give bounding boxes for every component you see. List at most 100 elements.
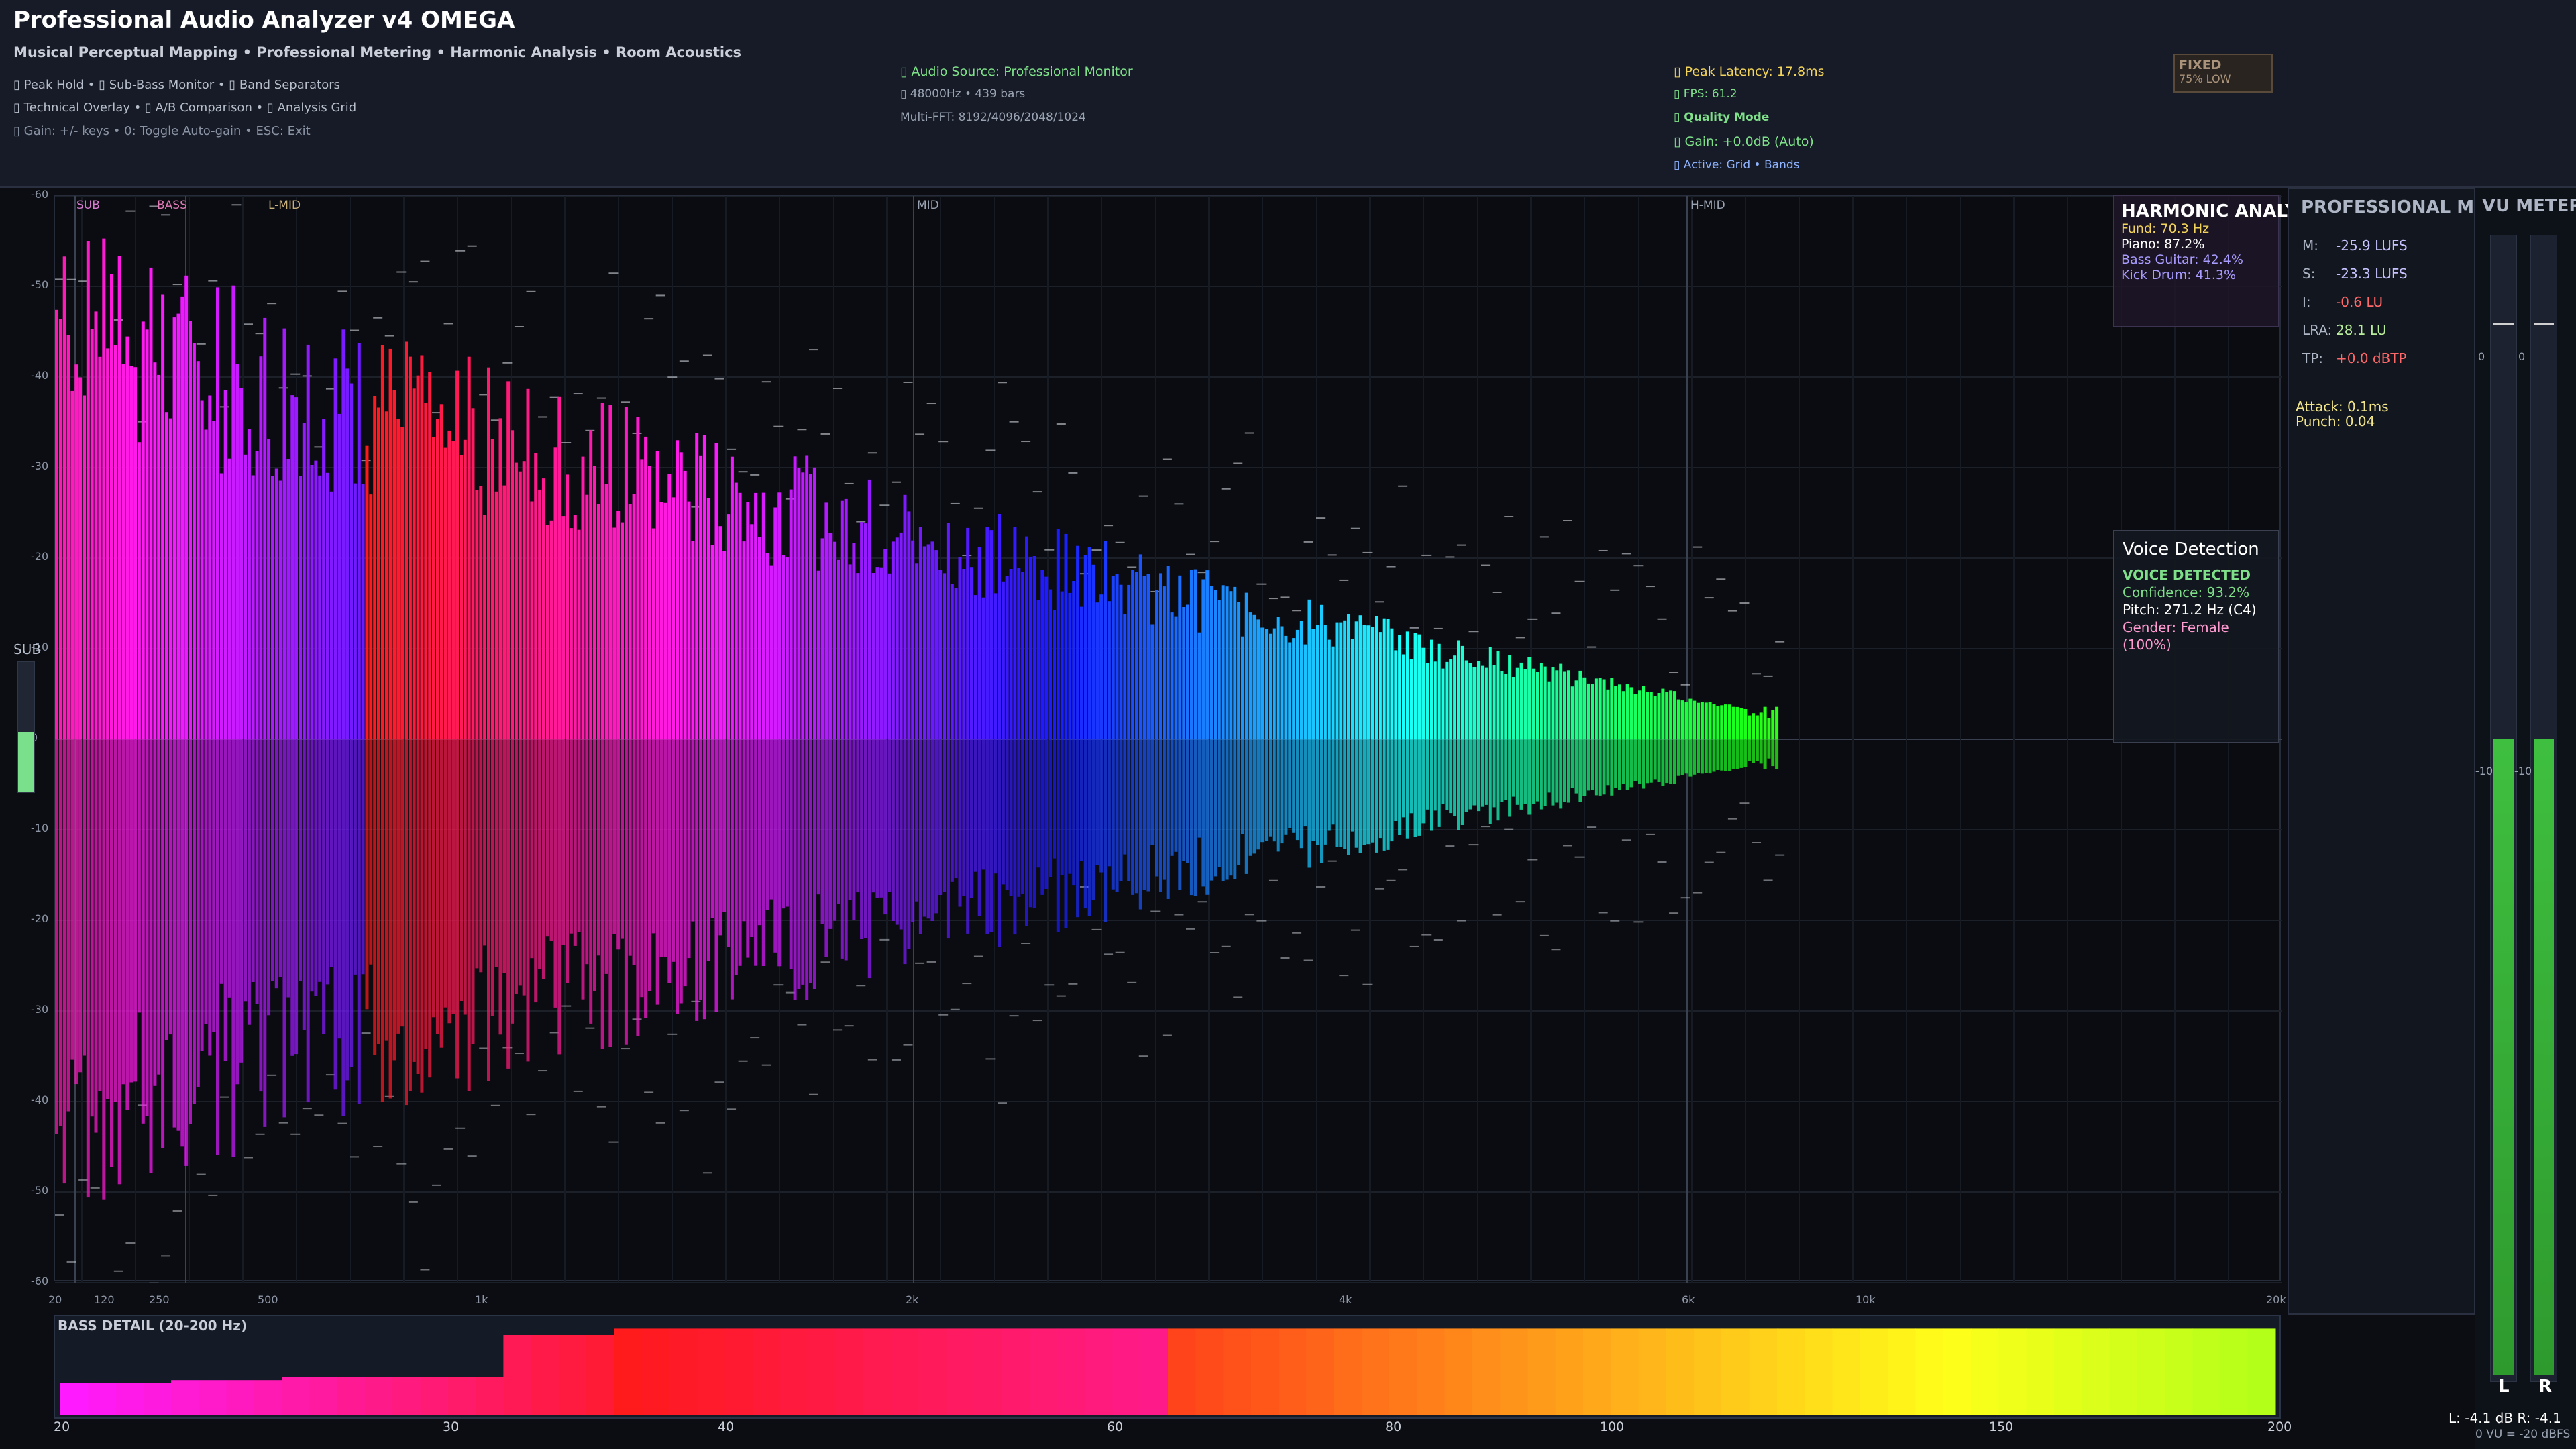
spectrum-bar-mirror	[746, 739, 750, 958]
harmonic-kick-drum: Kick Drum: 41.3%	[2121, 268, 2237, 282]
spectrum-bar	[271, 476, 274, 739]
spectrum-bar-mirror	[797, 739, 801, 989]
spectrum-bar	[483, 515, 487, 739]
toggle-row-1[interactable]: ▯ Peak Hold • ▯ Sub-Bass Monitor • ▯ Ban…	[13, 78, 340, 92]
spectrum-bar	[282, 328, 286, 740]
spectrum-bar-mirror	[522, 739, 526, 996]
spectrum-bar-mirror	[769, 739, 773, 900]
spectrum-bar	[1265, 629, 1269, 739]
spectrum-bar	[157, 374, 161, 739]
spectrum-bar-mirror	[487, 739, 490, 1081]
bass-bar	[1721, 1328, 1750, 1415]
spectrum-bar-mirror	[204, 739, 208, 1024]
professional-meters-panel: PROFESSIONAL METERS M:-25.9 LUFS S:-23.3…	[2288, 188, 2475, 1315]
spectrum-bar	[1241, 636, 1244, 739]
spectrum-bar	[714, 443, 718, 739]
spectrum-bar-mirror	[1606, 739, 1610, 786]
spectrum-bar	[149, 267, 153, 739]
spectrum-bar-mirror	[1005, 739, 1009, 890]
quality-mode[interactable]: ▯ Quality Mode	[1674, 111, 1769, 124]
spectrum-bar	[1614, 686, 1618, 739]
audio-source[interactable]: ▯ Audio Source: Professional Monitor	[900, 64, 1133, 79]
spectrum-bar-mirror	[973, 739, 977, 872]
toggle-row-2[interactable]: ▯ Technical Overlay • ▯ A/B Comparison •…	[13, 101, 356, 115]
db-tick: -60	[31, 1275, 49, 1287]
spectrum-bar-mirror	[55, 739, 58, 1134]
spectrum-bar-mirror	[1735, 739, 1739, 769]
freq-tick: 20k	[2266, 1293, 2286, 1306]
spectrum-bar	[1288, 642, 1292, 739]
spectrum-bar-mirror	[460, 739, 463, 1001]
spectrum-bar-mirror	[888, 739, 892, 892]
spectrum-bar	[1771, 710, 1775, 739]
spectrum-bar-mirror	[903, 739, 907, 965]
spectrum-display[interactable]: SUB BASS L-MID MID H-MID	[54, 195, 2282, 1283]
spectrum-bar-mirror	[70, 739, 74, 1060]
spectrum-bar-mirror	[294, 739, 299, 1055]
fixed-mode-badge[interactable]: FIXED 75% LOW	[2174, 54, 2273, 93]
bass-bar	[1223, 1328, 1252, 1415]
spectrum-bar-mirror	[1477, 739, 1481, 812]
spectrum-bar	[958, 557, 962, 739]
spectrum-bar-mirror	[1244, 739, 1248, 874]
bass-bar	[2026, 1328, 2055, 1415]
spectrum-bar-mirror	[255, 739, 259, 1004]
spectrum-bar-mirror	[373, 739, 377, 1055]
spectrum-bar-mirror	[506, 739, 511, 1069]
spectrum-bar-mirror	[1201, 739, 1205, 887]
spectrum-bar-mirror	[1076, 739, 1080, 918]
spectrum-bar-mirror	[396, 739, 400, 1034]
spectrum-bar	[1665, 692, 1669, 739]
bass-bar	[1472, 1328, 1501, 1415]
spectrum-bar-mirror	[350, 739, 354, 1067]
spectrum-bar-mirror	[1331, 739, 1335, 825]
spectrum-bar-mirror	[883, 739, 888, 915]
spectrum-bar	[306, 344, 310, 739]
spectrum-bar	[1123, 614, 1127, 739]
spectrum-bar-mirror	[557, 739, 561, 1055]
spectrum-bar	[1350, 639, 1354, 739]
spectrum-bar-mirror	[1700, 739, 1704, 774]
gain-readout[interactable]: ▯ Gain: +0.0dB (Auto)	[1674, 134, 1814, 149]
spectrum-bar	[1693, 700, 1697, 739]
spectrum-bar-mirror	[1748, 739, 1752, 761]
spectrum-bar-mirror	[1602, 739, 1606, 795]
attack-time: Attack: 0.1ms	[2296, 398, 2389, 415]
bass-bar	[2220, 1328, 2249, 1415]
spectrum-bar-mirror	[875, 739, 879, 898]
spectrum-bar	[161, 294, 165, 739]
spectrum-bar-mirror	[1142, 739, 1146, 890]
spectrum-bar-mirror	[1504, 739, 1508, 800]
spectrum-bar	[1638, 690, 1642, 739]
spectrum-bar-mirror	[722, 739, 727, 912]
bass-bar	[60, 1383, 89, 1415]
bass-bar	[1085, 1328, 1113, 1415]
spectrum-bar-mirror	[1390, 739, 1394, 842]
spectrum-bar	[168, 418, 172, 739]
spectrum-bar-mirror	[867, 739, 871, 979]
spectrum-bar-mirror	[244, 739, 247, 1002]
spectrum-bar-mirror	[1119, 739, 1123, 881]
spectrum-bar	[903, 494, 907, 739]
spectrum-bar-mirror	[848, 739, 852, 900]
bass-bar	[1915, 1328, 1944, 1415]
spectrum-bar-mirror	[1629, 739, 1633, 788]
spectrum-bar	[1142, 576, 1146, 739]
spectrum-bar	[494, 491, 498, 739]
spectrum-bar-mirror	[824, 739, 828, 957]
spectrum-bar-mirror	[789, 739, 793, 969]
spectrum-bar	[672, 497, 676, 739]
spectrum-bar	[1072, 581, 1076, 739]
spectrum-bar	[1752, 713, 1755, 739]
spectrum-bar-mirror	[911, 739, 915, 922]
spectrum-bar-mirror	[985, 739, 989, 934]
spectrum-bar	[1578, 670, 1582, 739]
spectrum-bar	[231, 285, 235, 739]
spectrum-bar-mirror	[1523, 739, 1527, 804]
spectrum-bar	[471, 408, 475, 739]
spectrum-bar	[1519, 662, 1523, 739]
spectrum-bar	[738, 492, 742, 739]
spectrum-bar-mirror	[1170, 739, 1174, 856]
spectrum-bar	[1676, 699, 1680, 739]
spectrum-bar	[467, 356, 471, 739]
